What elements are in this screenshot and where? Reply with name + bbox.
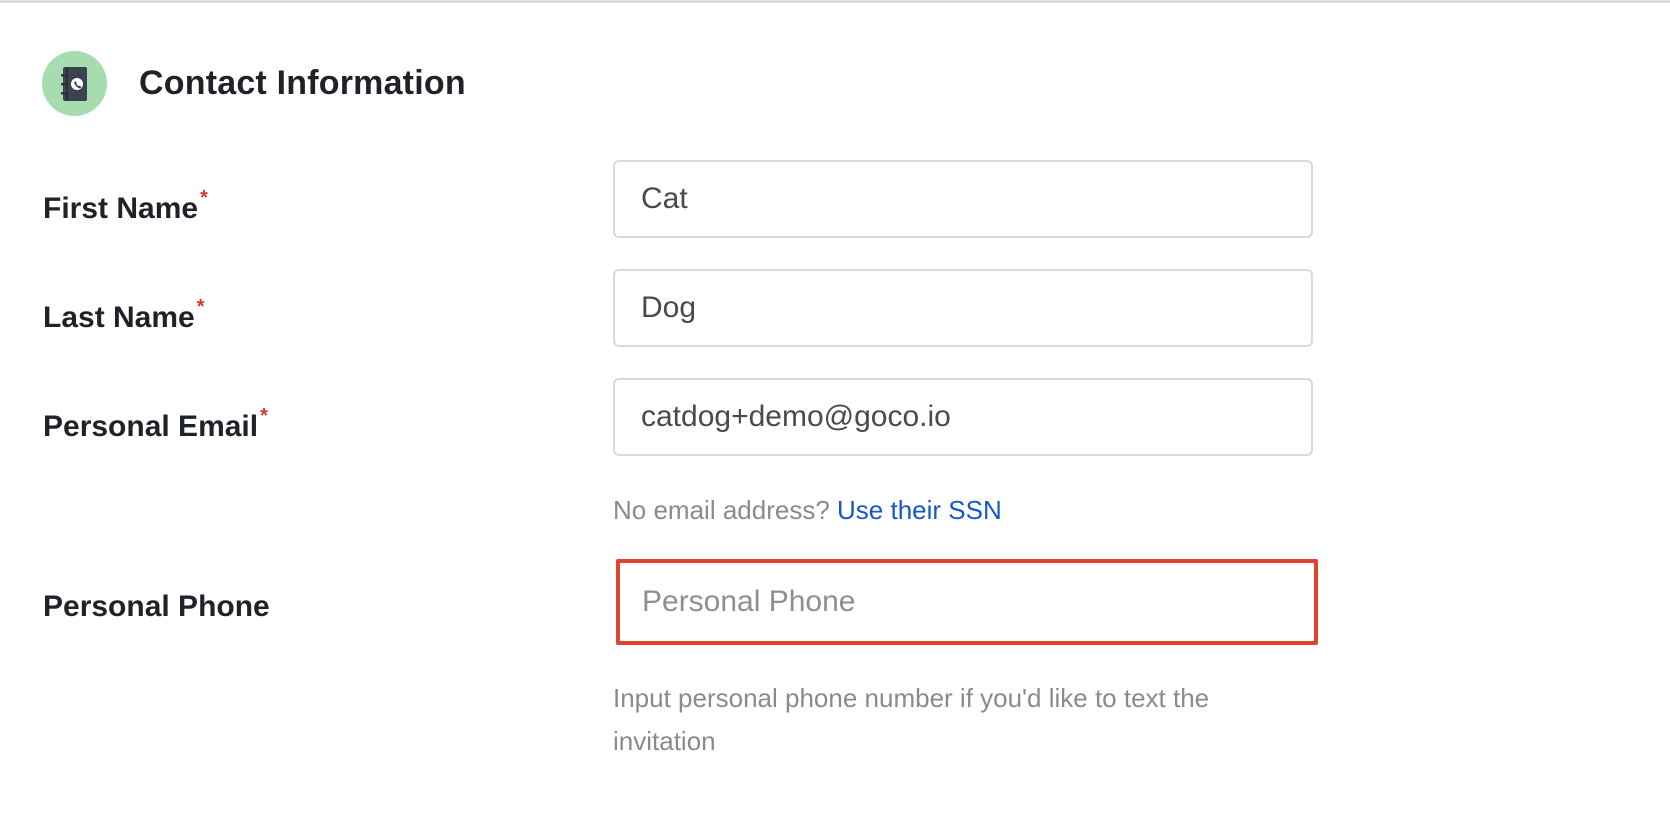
last-name-label: Last Name *: [43, 296, 205, 335]
required-asterisk: *: [196, 296, 205, 318]
last-name-input[interactable]: [613, 269, 1313, 347]
section-title: Contact Information: [139, 64, 466, 102]
first-name-input[interactable]: [613, 160, 1313, 238]
email-hint-text: No email address?: [613, 495, 830, 525]
personal-email-label-text: Personal Email: [43, 410, 259, 443]
personal-phone-input[interactable]: [616, 559, 1318, 645]
personal-phone-label: Personal Phone: [43, 590, 270, 624]
personal-email-label: Personal Email *: [43, 405, 268, 444]
personal-phone-help: Input personal phone number if you'd lik…: [613, 683, 1210, 756]
required-asterisk: *: [260, 405, 268, 427]
personal-email-input[interactable]: [613, 378, 1313, 456]
section-header: Contact Information: [42, 51, 466, 116]
email-hint: No email address? Use their SSN: [613, 489, 1002, 532]
use-ssn-link[interactable]: Use their SSN: [837, 495, 1002, 525]
contact-book-icon: [42, 51, 107, 116]
top-divider: [0, 0, 1670, 3]
first-name-label-text: First Name: [43, 192, 199, 225]
personal-phone-label-text: Personal Phone: [43, 590, 270, 623]
first-name-label: First Name *: [43, 187, 208, 226]
required-asterisk: *: [200, 187, 208, 209]
last-name-label-text: Last Name: [43, 301, 195, 334]
